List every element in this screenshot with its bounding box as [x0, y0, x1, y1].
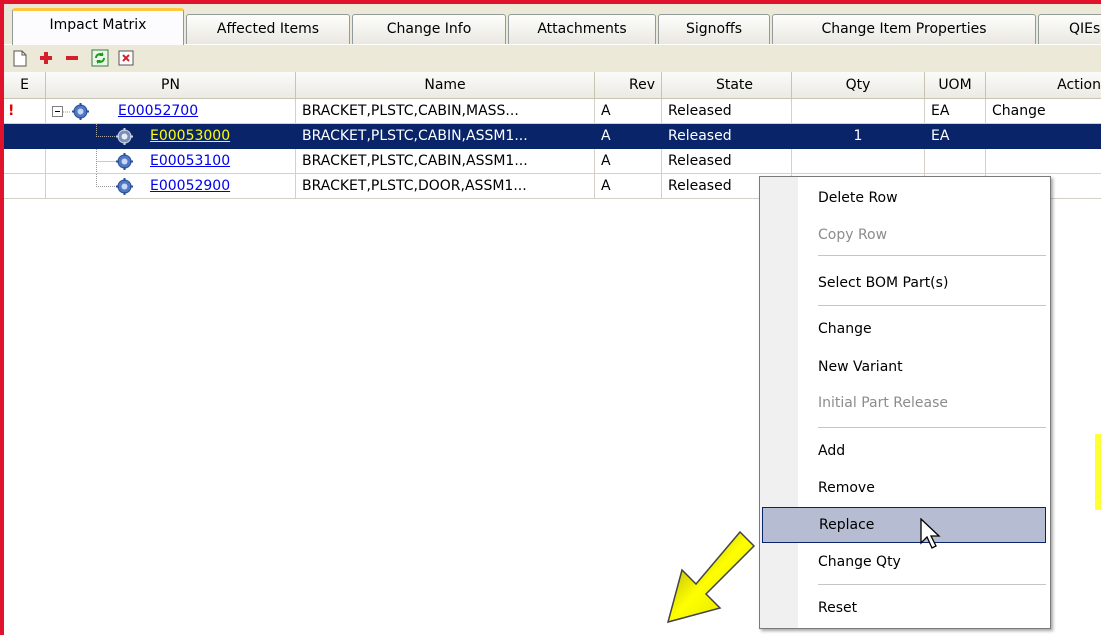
uom-cell: EA — [925, 124, 986, 149]
error-flag — [4, 174, 46, 199]
rev-cell: A — [595, 124, 662, 149]
error-flag — [4, 124, 46, 149]
menu-icon-gutter — [760, 177, 798, 628]
column-header-pn[interactable]: PN — [46, 72, 296, 99]
toolbar — [4, 45, 1101, 73]
name-cell: BRACKET,PLSTC,CABIN,ASSM1... — [296, 149, 595, 174]
pn-cell: E00053000 — [46, 124, 296, 149]
tree-connector — [63, 111, 71, 113]
state-cell: Released — [662, 149, 792, 174]
menu-separator — [818, 305, 1046, 306]
refresh-icon[interactable] — [90, 48, 110, 68]
tab-signoffs[interactable]: Signoffs — [658, 14, 770, 44]
error-flag: ! — [4, 99, 46, 124]
column-header-state[interactable]: State — [662, 72, 792, 99]
name-cell: BRACKET,PLSTC,CABIN,MASS... — [296, 99, 595, 124]
rev-cell: A — [595, 174, 662, 199]
menu-separator — [818, 427, 1046, 428]
menu-item-replace[interactable]: Replace — [762, 507, 1046, 543]
table-row[interactable]: E00053100 BRACKET,PLSTC,CABIN,ASSM1... A… — [4, 149, 1101, 174]
menu-item-reset[interactable]: Reset — [800, 595, 1046, 621]
gear-icon — [116, 153, 133, 170]
tab-attachments[interactable]: Attachments — [508, 14, 656, 44]
column-header-action[interactable]: Action — [986, 72, 1101, 99]
remove-icon[interactable] — [62, 48, 82, 68]
delete-icon[interactable] — [116, 48, 136, 68]
column-header-rev[interactable]: Rev — [595, 72, 662, 99]
state-cell: Released — [662, 124, 792, 149]
pn-cell: E00052700 — [46, 99, 296, 124]
tab-change-info[interactable]: Change Info — [352, 14, 506, 44]
menu-item-delete-row[interactable]: Delete Row — [800, 185, 1046, 211]
table-row[interactable]: ! E00052700 BRACKET,PLSTC,CABIN,MASS... … — [4, 99, 1101, 124]
error-flag — [4, 149, 46, 174]
qty-cell: 1 — [792, 124, 925, 149]
column-header-name[interactable]: Name — [296, 72, 595, 99]
pn-cell: E00053100 — [46, 149, 296, 174]
menu-item-change-qty[interactable]: Change Qty — [800, 549, 1046, 575]
menu-item-select-bom-parts[interactable]: Select BOM Part(s) — [800, 270, 1046, 296]
action-cell — [986, 149, 1101, 174]
uom-cell — [925, 149, 986, 174]
annotation-arrow-icon — [666, 530, 756, 624]
menu-item-remove[interactable]: Remove — [800, 475, 1046, 501]
menu-separator — [818, 255, 1046, 256]
new-doc-icon[interactable] — [10, 48, 30, 68]
highlight-mark — [1095, 434, 1101, 510]
tab-strip: Impact Matrix Affected Items Change Info… — [4, 4, 1101, 45]
action-cell: Change — [986, 99, 1101, 124]
tab-change-item-properties[interactable]: Change Item Properties — [772, 14, 1036, 44]
menu-item-initial-part-release: Initial Part Release — [818, 395, 948, 411]
action-cell — [986, 124, 1101, 149]
column-header-qty[interactable]: Qty — [792, 72, 925, 99]
qty-cell — [792, 99, 925, 124]
pn-link[interactable]: E00053100 — [150, 149, 230, 173]
pn-link[interactable]: E00052900 — [150, 174, 230, 198]
menu-item-new-variant[interactable]: New Variant — [800, 354, 1046, 380]
tab-impact-matrix[interactable]: Impact Matrix — [12, 8, 184, 45]
context-menu: Delete Row Copy Row Select BOM Part(s) C… — [759, 176, 1051, 629]
tab-affected-items[interactable]: Affected Items — [186, 14, 350, 44]
pn-cell: E00052900 — [46, 174, 296, 199]
rev-cell: A — [595, 149, 662, 174]
name-cell: BRACKET,PLSTC,CABIN,ASSM1... — [296, 124, 595, 149]
gear-icon — [116, 128, 133, 145]
tab-qies[interactable]: QIEs — [1038, 14, 1101, 44]
name-cell: BRACKET,PLSTC,DOOR,ASSM1... — [296, 174, 595, 199]
gear-icon — [72, 103, 89, 120]
uom-cell: EA — [925, 99, 986, 124]
pn-link[interactable]: E00053000 — [150, 124, 230, 148]
column-header-uom[interactable]: UOM — [925, 72, 986, 99]
table-row[interactable]: E00053000 BRACKET,PLSTC,CABIN,ASSM1... A… — [4, 124, 1101, 149]
mouse-pointer-icon — [920, 518, 941, 549]
collapse-icon[interactable] — [52, 106, 63, 117]
qty-cell — [792, 149, 925, 174]
add-icon[interactable] — [36, 48, 56, 68]
menu-item-add[interactable]: Add — [800, 438, 1046, 464]
state-cell: Released — [662, 99, 792, 124]
menu-item-copy-row: Copy Row — [818, 227, 888, 243]
rev-cell: A — [595, 99, 662, 124]
column-header-e[interactable]: E — [4, 72, 46, 99]
menu-item-change[interactable]: Change — [800, 316, 1046, 342]
pn-link[interactable]: E00052700 — [118, 99, 198, 123]
gear-icon — [116, 178, 133, 195]
menu-separator — [818, 584, 1046, 585]
